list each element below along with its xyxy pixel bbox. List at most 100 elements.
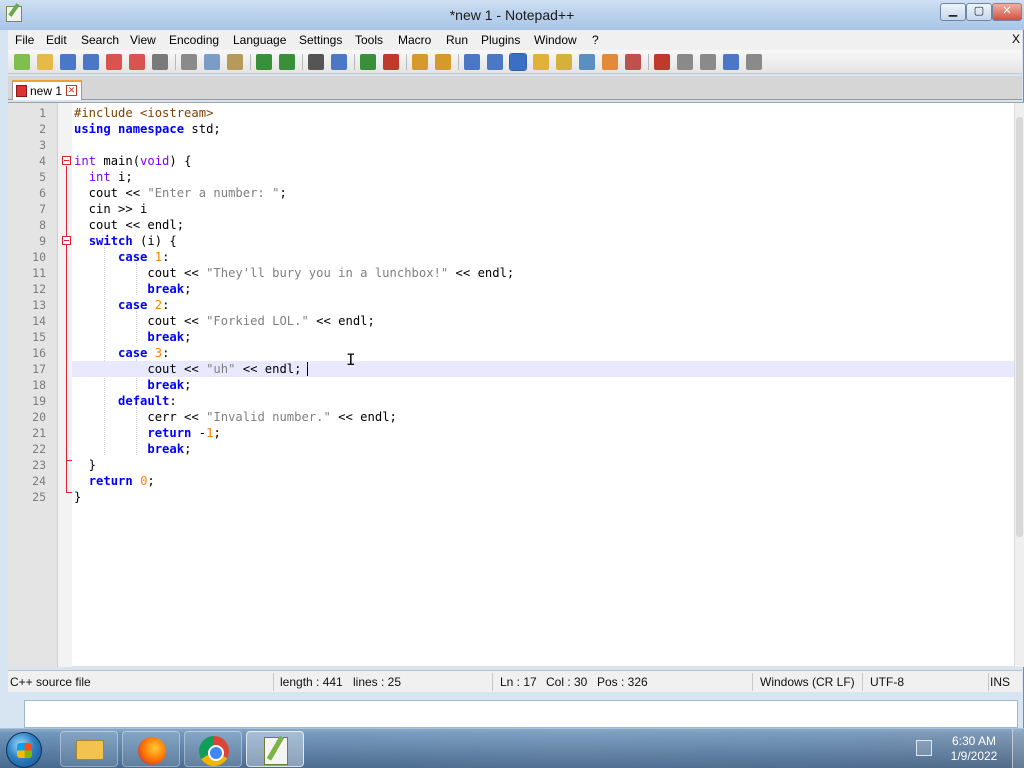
code-line[interactable]: 20 cerr << "Invalid number." << endl;	[32, 409, 1014, 425]
show-desktop-button[interactable]	[1012, 729, 1024, 768]
close-icon[interactable]	[106, 54, 122, 70]
network-icon[interactable]	[916, 740, 932, 756]
show-all-chars-icon[interactable]	[487, 54, 503, 70]
code-line[interactable]: 4 int main(void) {	[39, 153, 1014, 169]
save-icon[interactable]	[60, 54, 76, 70]
code-line[interactable]: 5 int i;	[39, 169, 1014, 185]
code-line[interactable]: 17 cout << "uh" << endl;	[32, 361, 1014, 377]
word-wrap-icon[interactable]	[464, 54, 480, 70]
doc-map-icon[interactable]	[556, 54, 572, 70]
menu-help[interactable]: ?	[592, 33, 599, 47]
code-line[interactable]: 15 break;	[32, 329, 1014, 345]
tab-new-1[interactable]: new 1 ✕	[12, 80, 82, 100]
code-line[interactable]: 9 switch (i) {	[39, 233, 1014, 249]
cut-icon[interactable]	[181, 54, 197, 70]
close-button[interactable]: ✕	[992, 3, 1022, 21]
replace-icon[interactable]	[331, 54, 347, 70]
code-line[interactable]: 21 return -1;	[32, 425, 1014, 441]
find-icon[interactable]	[308, 54, 324, 70]
code-line[interactable]: 2 using namespace std;	[39, 121, 1014, 137]
code-text: cout << "Enter a number: ";	[74, 185, 287, 201]
open-file-icon[interactable]	[37, 54, 53, 70]
menu-language[interactable]: Language	[233, 33, 286, 47]
status-insert-mode[interactable]: INS	[990, 675, 1010, 689]
vertical-scrollbar[interactable]	[1014, 103, 1024, 667]
taskbar-explorer[interactable]	[60, 731, 118, 767]
code-line[interactable]: 24 return 0;	[32, 473, 1014, 489]
start-button[interactable]	[6, 732, 42, 768]
fold-margin[interactable]	[58, 103, 72, 667]
code-token: "Forkied LOL."	[206, 314, 309, 328]
save-all-icon[interactable]	[83, 54, 99, 70]
menu-plugins[interactable]: Plugins	[481, 33, 520, 47]
code-line[interactable]: 7 cin >> i	[39, 201, 1014, 217]
close-document-icon[interactable]: X	[1012, 32, 1020, 46]
title-bar[interactable]: *new 1 - Notepad++ ▁ ▢ ✕	[0, 0, 1024, 30]
sync-horizontal-icon[interactable]	[435, 54, 451, 70]
save-macro-icon[interactable]	[746, 54, 762, 70]
chrome-icon	[199, 736, 229, 766]
taskbar-notepad-plus-plus[interactable]	[246, 731, 304, 767]
menu-run[interactable]: Run	[446, 33, 468, 47]
folder-workspace-icon[interactable]	[602, 54, 618, 70]
taskbar-chrome[interactable]	[184, 731, 242, 767]
taskbar-firefox[interactable]	[122, 731, 180, 767]
code-line[interactable]: 11 cout << "They'll bury you in a lunchb…	[32, 265, 1014, 281]
maximize-button[interactable]: ▢	[966, 3, 992, 21]
indent-guide-icon[interactable]	[509, 53, 527, 71]
code-line[interactable]: 8 cout << endl;	[39, 217, 1014, 233]
menu-encoding[interactable]: Encoding	[169, 33, 219, 47]
scrollbar-thumb[interactable]	[1016, 117, 1023, 537]
editor[interactable]: 1 #include <iostream> 2 using namespace std…	[8, 102, 1024, 667]
menu-search[interactable]: Search	[81, 33, 119, 47]
code-line[interactable]: 6 cout << "Enter a number: ";	[39, 185, 1014, 201]
menu-file[interactable]: File	[15, 33, 34, 47]
copy-icon[interactable]	[204, 54, 220, 70]
code-area[interactable]: 1 #include <iostream> 2 using namespace std…	[32, 103, 1014, 667]
code-token: << endl;	[235, 362, 302, 376]
status-eol[interactable]: Windows (CR LF)	[760, 675, 855, 689]
menu-edit[interactable]: Edit	[46, 33, 67, 47]
stop-macro-icon[interactable]	[677, 54, 693, 70]
background-window[interactable]	[24, 700, 1018, 728]
code-line[interactable]: 25}	[32, 489, 1014, 505]
fold-toggle-main[interactable]	[62, 156, 71, 165]
code-line[interactable]: 1 #include <iostream>	[39, 105, 1014, 121]
code-line[interactable]: 22 break;	[32, 441, 1014, 457]
code-line[interactable]: 13 case 2:	[32, 297, 1014, 313]
new-file-icon[interactable]	[14, 54, 30, 70]
code-line[interactable]: 18 break;	[32, 377, 1014, 393]
code-line[interactable]: 16 case 3:	[32, 345, 1014, 361]
tab-close-icon[interactable]: ✕	[66, 85, 77, 96]
menu-settings[interactable]: Settings	[299, 33, 342, 47]
run-macro-multiple-icon[interactable]	[723, 54, 739, 70]
undo-icon[interactable]	[256, 54, 272, 70]
play-macro-icon[interactable]	[700, 54, 716, 70]
code-line[interactable]: 3	[39, 137, 1014, 153]
print-icon[interactable]	[152, 54, 168, 70]
code-line[interactable]: 14 cout << "Forkied LOL." << endl;	[32, 313, 1014, 329]
clock[interactable]: 6:30 AM 1/9/2022	[944, 734, 1004, 764]
menu-tools[interactable]: Tools	[355, 33, 383, 47]
zoom-in-icon[interactable]	[360, 54, 376, 70]
code-line[interactable]: 12 break;	[32, 281, 1014, 297]
menu-window[interactable]: Window	[534, 33, 577, 47]
zoom-out-icon[interactable]	[383, 54, 399, 70]
menu-view[interactable]: View	[130, 33, 156, 47]
paste-icon[interactable]	[227, 54, 243, 70]
user-language-icon[interactable]	[533, 54, 549, 70]
function-list-icon[interactable]	[579, 54, 595, 70]
record-macro-icon[interactable]	[654, 54, 670, 70]
menu-macro[interactable]: Macro	[398, 33, 431, 47]
line-number: 20	[32, 410, 46, 424]
code-line[interactable]: 10 case 1:	[32, 249, 1014, 265]
redo-icon[interactable]	[279, 54, 295, 70]
minimize-button[interactable]: ▁	[940, 3, 966, 21]
monitoring-icon[interactable]	[625, 54, 641, 70]
code-line[interactable]: 19 default:	[32, 393, 1014, 409]
close-all-icon[interactable]	[129, 54, 145, 70]
sync-vertical-icon[interactable]	[412, 54, 428, 70]
code-line[interactable]: 23 }	[32, 457, 1014, 473]
status-encoding[interactable]: UTF-8	[870, 675, 904, 689]
fold-toggle-switch[interactable]	[62, 236, 71, 245]
